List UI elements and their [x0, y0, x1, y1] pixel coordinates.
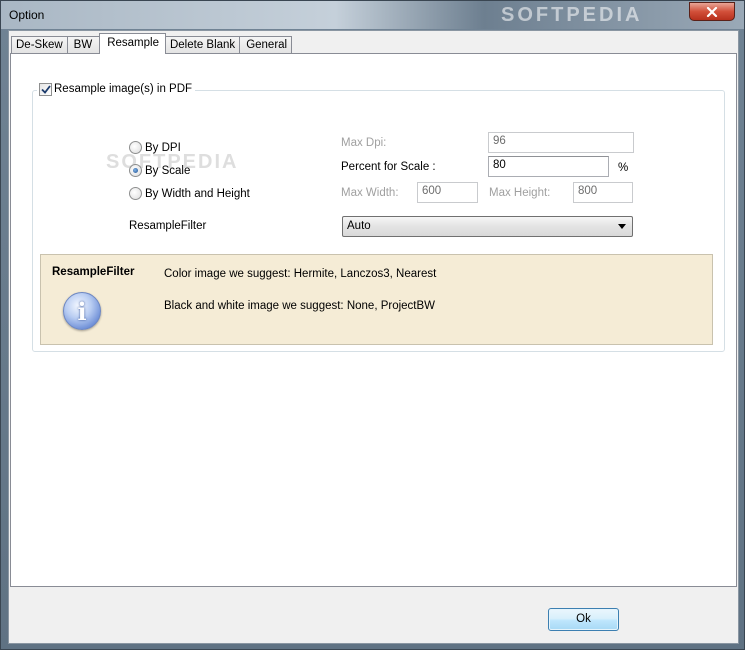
ok-button[interactable]: Ok — [548, 608, 619, 631]
resample-filter-label: ResampleFilter — [129, 220, 207, 232]
resample-checkbox[interactable] — [39, 82, 52, 96]
max-width-label: Max Width: — [341, 187, 399, 199]
max-height-label: Max Height: — [489, 187, 551, 199]
max-width-input[interactable]: 600 — [417, 182, 478, 203]
radio-by-width-height-label: By Width and Height — [145, 187, 250, 200]
close-button[interactable] — [689, 2, 735, 21]
max-dpi-input[interactable]: 96 — [488, 132, 634, 153]
radio-button[interactable] — [129, 187, 142, 200]
dialog-client-area: De-Skew BW Resample Delete Blank General… — [8, 30, 739, 644]
close-icon — [706, 6, 718, 17]
resample-filter-select[interactable]: Auto — [342, 216, 633, 237]
checkmark-icon — [40, 84, 51, 94]
max-dpi-label: Max Dpi: — [341, 137, 387, 149]
info-bw-suggestion: Black and white image we suggest: None, … — [164, 300, 436, 312]
percent-scale-label: Percent for Scale : — [341, 161, 436, 173]
percent-scale-input[interactable]: 80 — [488, 156, 609, 177]
info-icon: i — [63, 292, 101, 330]
softpedia-watermark: SOFTPEDIA — [501, 4, 643, 26]
radio-button[interactable] — [129, 141, 142, 154]
info-color-suggestion: Color image we suggest: Hermite, Lanczos… — [164, 268, 437, 280]
resample-enable[interactable]: Resample image(s) in PDF — [37, 81, 196, 97]
tab-de-skew[interactable]: De-Skew — [11, 36, 67, 54]
tab-bw[interactable]: BW — [66, 36, 100, 54]
radio-by-dpi[interactable]: By DPI — [129, 141, 181, 154]
percent-unit: % — [618, 162, 629, 174]
max-height-input[interactable]: 800 — [573, 182, 633, 203]
chevron-down-icon[interactable] — [618, 224, 626, 229]
title-bar[interactable]: Option SOFTPEDIA — [1, 1, 744, 29]
tab-delete-blank[interactable]: Delete Blank — [165, 36, 240, 54]
radio-by-scale[interactable]: By Scale — [129, 164, 190, 177]
option-dialog: Option SOFTPEDIA De-Skew BW Resample Del… — [0, 0, 745, 650]
resample-tab-page: Resample image(s) in PDF SOFTPEDIA By DP… — [10, 53, 737, 587]
radio-by-scale-label: By Scale — [145, 164, 191, 177]
window-title: Option — [9, 8, 45, 22]
info-title: ResampleFilter — [52, 266, 135, 278]
tab-resample[interactable]: Resample — [99, 33, 166, 54]
resample-checkbox-label: Resample image(s) in PDF — [54, 83, 193, 95]
resample-filter-value: Auto — [347, 220, 371, 232]
tab-strip: De-Skew BW Resample Delete Blank General — [11, 33, 293, 54]
info-panel: ResampleFilter Color image we suggest: H… — [40, 254, 713, 345]
dialog-footer: Ok — [9, 588, 738, 643]
tab-general[interactable]: General — [239, 36, 293, 54]
radio-button-selected[interactable] — [129, 164, 142, 177]
radio-by-width-height[interactable]: By Width and Height — [129, 187, 250, 200]
radio-by-dpi-label: By DPI — [145, 141, 181, 154]
